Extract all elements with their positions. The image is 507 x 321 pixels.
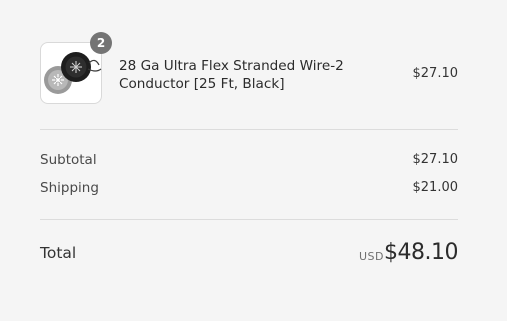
product-thumbnail: 2 [40, 32, 112, 104]
shipping-value: $21.00 [412, 180, 459, 195]
shipping-label: Shipping [40, 180, 99, 196]
product-price: $27.10 [412, 66, 459, 81]
total-label: Total [40, 244, 77, 262]
shipping-row: Shipping $21.00 [40, 180, 458, 200]
subtotal-label: Subtotal [40, 152, 97, 168]
order-summary: 2 28 Ga Ultra Flex Stranded Wire-2 Condu… [40, 0, 458, 300]
total-row: Total USD $48.10 [40, 220, 458, 300]
subtotal-value: $27.10 [412, 152, 459, 167]
currency-code: USD [358, 250, 384, 263]
quantity-badge: 2 [90, 32, 112, 54]
subtotals-section: Subtotal $27.10 Shipping $21.00 [40, 130, 458, 220]
total-amount: $48.10 [384, 240, 458, 265]
subtotal-row: Subtotal $27.10 [40, 152, 458, 172]
product-name: 28 Ga Ultra Flex Stranded Wire-2 Conduct… [119, 58, 344, 92]
line-item: 2 28 Ga Ultra Flex Stranded Wire-2 Condu… [40, 0, 458, 130]
wire-spool-icon [44, 52, 102, 94]
